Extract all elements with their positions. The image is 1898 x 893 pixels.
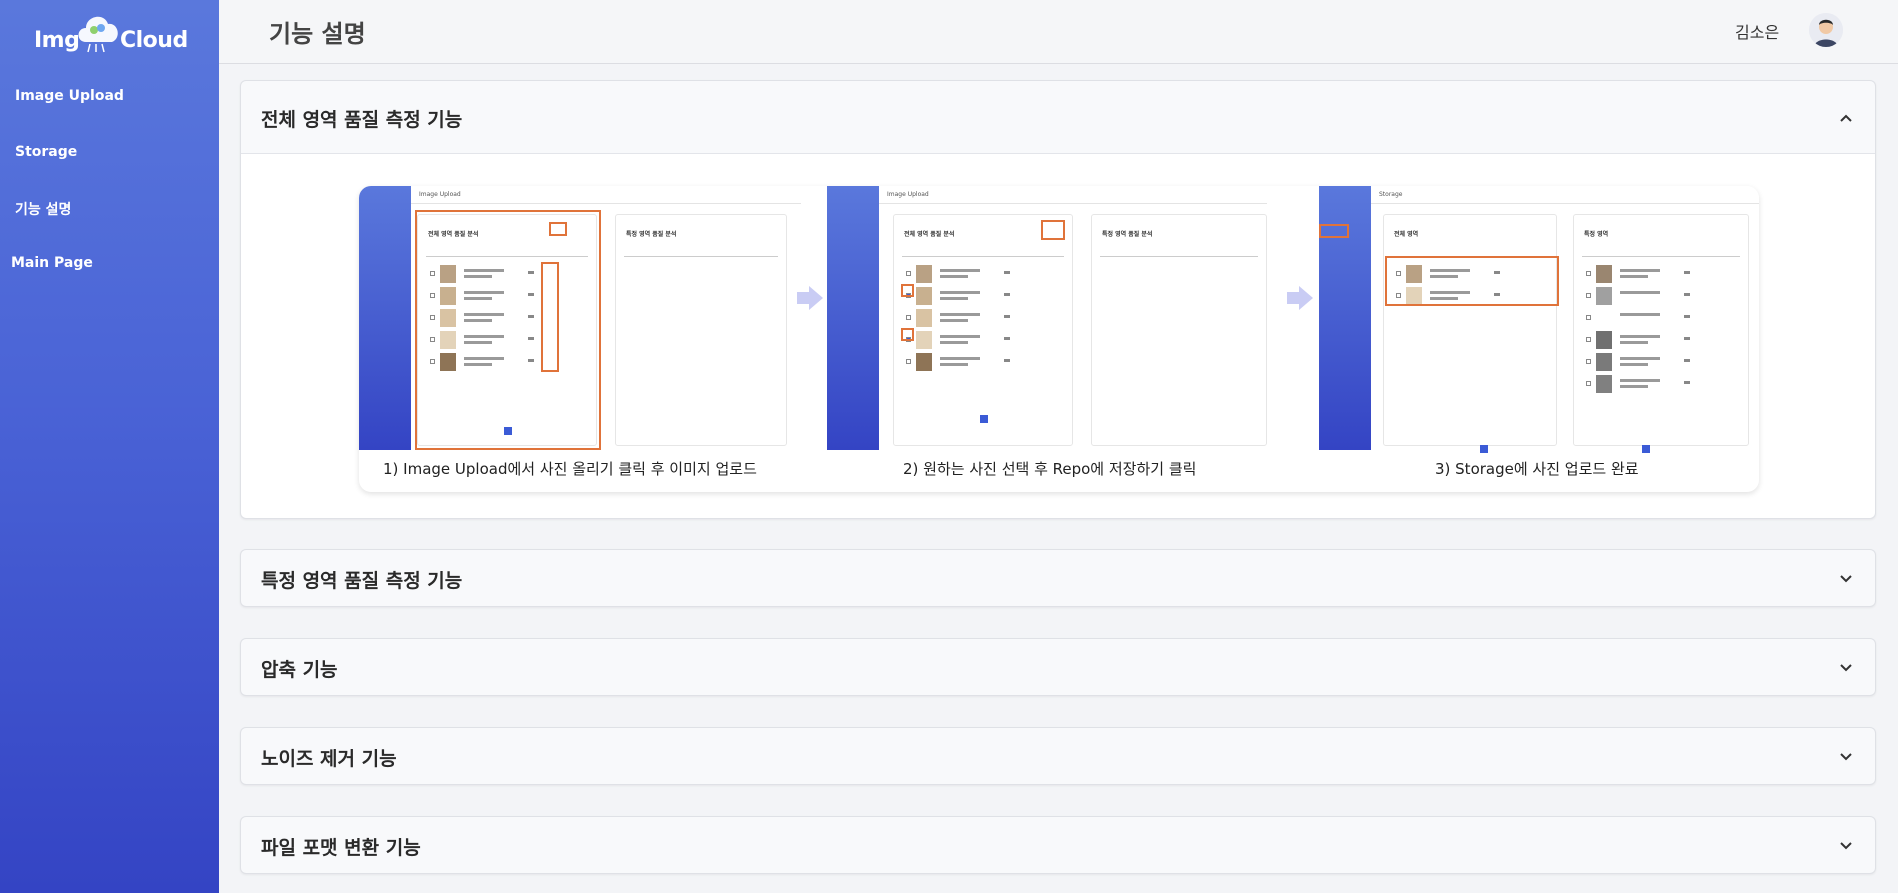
accordion-noise-removal[interactable]: 노이즈 제거 기능 xyxy=(240,727,1876,785)
guide-shot-select: Image Upload 전체 영역 품질 분석 특정 영역 품질 분석 xyxy=(827,186,1267,450)
sidebar-item-image-upload[interactable]: Image Upload xyxy=(15,88,124,104)
mini-header: Image Upload xyxy=(411,186,801,204)
highlight-box xyxy=(901,328,914,341)
accordion-title[interactable]: 특정 영역 품질 측정 기능 xyxy=(261,566,462,593)
highlight-box xyxy=(1385,256,1559,306)
chevron-down-icon[interactable] xyxy=(1839,661,1853,675)
mini-row xyxy=(1586,353,1706,371)
logo-text-left: Img xyxy=(34,28,80,53)
mini-row xyxy=(906,309,1026,327)
mini-card: 특정 영역 xyxy=(1573,214,1749,453)
mini-row xyxy=(1586,265,1706,283)
mini-row xyxy=(906,265,1026,283)
chevron-down-icon[interactable] xyxy=(1839,750,1853,764)
accordion-full-area-quality: 전체 영역 품질 측정 기능 Image Upload 전체 영역 품질 분석 xyxy=(240,80,1876,519)
step-arrow-icon xyxy=(809,286,823,310)
mini-card: 특정 영역 품질 분석 xyxy=(615,214,787,446)
highlight-box xyxy=(541,262,559,372)
chevron-down-icon[interactable] xyxy=(1839,839,1853,853)
sidebar-item-main-page[interactable]: Main Page xyxy=(11,255,93,271)
accordion-compression[interactable]: 압축 기능 xyxy=(240,638,1876,696)
step-arrow-icon xyxy=(1299,286,1313,310)
logo-text-right: Cloud xyxy=(120,28,188,53)
mini-card: 전체 영역 xyxy=(1383,214,1557,453)
highlight-box xyxy=(901,284,914,297)
guide-shot-upload: Image Upload 전체 영역 품질 분석 특정 영역 품질 분석 xyxy=(359,186,801,450)
mini-column-header xyxy=(1100,249,1258,257)
mini-row xyxy=(906,353,1026,371)
mini-card: 전체 영역 품질 분석 xyxy=(893,214,1073,446)
guide-shot-storage: Storage 전체 영역 특정 영역 xyxy=(1319,186,1759,453)
accordion-specific-area-quality[interactable]: 특정 영역 품질 측정 기능 xyxy=(240,549,1876,607)
top-header: 기능 설명 김소은 xyxy=(219,0,1898,64)
chevron-down-icon[interactable] xyxy=(1839,572,1853,586)
mini-page-title: Storage xyxy=(1379,191,1403,198)
highlight-box xyxy=(1041,220,1065,240)
mini-sidebar xyxy=(359,186,411,450)
mini-card: 특정 영역 품질 분석 xyxy=(1091,214,1267,446)
accordion-title[interactable]: 압축 기능 xyxy=(261,655,338,682)
mini-page-title: Image Upload xyxy=(419,191,461,198)
guide-caption-step-3: 3) Storage에 사진 업로드 완료 xyxy=(1435,460,1639,478)
mini-card-title: 특정 영역 품질 분석 xyxy=(1102,231,1153,238)
guide-image: Image Upload 전체 영역 품질 분석 특정 영역 품질 분석 Ima… xyxy=(359,186,1759,492)
guide-caption-step-2: 2) 원하는 사진 선택 후 Repo에 저장하기 클릭 xyxy=(903,460,1197,478)
sidebar-item-feature-guide[interactable]: 기능 설명 xyxy=(15,199,71,219)
mini-row xyxy=(1586,331,1706,349)
accordion-format-conversion[interactable]: 파일 포맷 변환 기능 xyxy=(240,816,1876,874)
mini-row xyxy=(1586,309,1706,327)
mini-column-header xyxy=(902,249,1064,257)
mini-pagination xyxy=(1642,445,1650,453)
accordion-title[interactable]: 전체 영역 품질 측정 기능 xyxy=(261,105,462,132)
guide-caption-step-1: 1) Image Upload에서 사진 올리기 클릭 후 이미지 업로드 xyxy=(383,460,757,478)
accordion-body: Image Upload 전체 영역 품질 분석 특정 영역 품질 분석 Ima… xyxy=(241,153,1875,518)
accordion-title[interactable]: 파일 포맷 변환 기능 xyxy=(261,833,421,860)
app-logo[interactable]: Img Cloud xyxy=(34,8,188,58)
mini-column-header xyxy=(624,249,778,257)
highlight-box xyxy=(1319,224,1349,238)
mini-header: Image Upload xyxy=(879,186,1267,204)
sidebar-item-storage[interactable]: Storage xyxy=(15,144,77,160)
mini-row xyxy=(1586,287,1706,305)
user-name[interactable]: 김소은 xyxy=(1735,19,1779,43)
step-arrow xyxy=(1287,292,1299,304)
mini-card-title: 전체 영역 품질 분석 xyxy=(904,231,955,238)
mini-card-title: 특정 영역 xyxy=(1584,231,1609,238)
user-avatar-icon xyxy=(1809,13,1843,47)
cloud-logo-icon xyxy=(78,16,118,53)
highlight-box xyxy=(415,210,601,450)
mini-card-title: 특정 영역 품질 분석 xyxy=(626,231,677,238)
mini-row xyxy=(906,331,1026,349)
mini-row xyxy=(1586,375,1706,393)
page-title: 기능 설명 xyxy=(269,20,366,48)
mini-sidebar xyxy=(827,186,879,450)
mini-row xyxy=(906,287,1026,305)
chevron-up-icon[interactable] xyxy=(1839,111,1853,125)
step-arrow xyxy=(797,292,809,304)
sidebar: Img Cloud Image Upload Storage 기능 설명 Mai… xyxy=(0,0,219,893)
mini-card-title: 전체 영역 xyxy=(1394,231,1419,238)
mini-page-title: Image Upload xyxy=(887,191,929,198)
accordion-title[interactable]: 노이즈 제거 기능 xyxy=(261,744,397,771)
highlight-box xyxy=(549,222,567,236)
avatar[interactable] xyxy=(1809,13,1843,47)
mini-pagination xyxy=(980,415,988,423)
mini-pagination xyxy=(1480,445,1488,453)
mini-header: Storage xyxy=(1371,186,1759,204)
mini-column-header xyxy=(1582,249,1740,257)
